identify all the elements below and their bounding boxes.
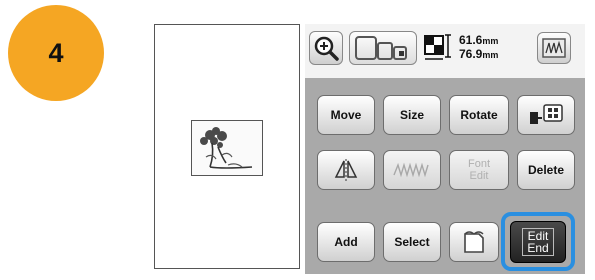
size-button[interactable]: Size	[383, 95, 441, 135]
design-preview-area	[154, 24, 300, 269]
pattern-size-icon	[423, 32, 453, 62]
size-label: Size	[399, 108, 424, 122]
thread-color-button[interactable]	[517, 95, 575, 135]
stitch-density-button[interactable]	[537, 32, 571, 64]
pattern-dimensions: 61.6mm 76.9mm	[459, 34, 498, 62]
edit-end-button[interactable]: Edit End	[510, 221, 566, 263]
rotate-button[interactable]: Rotate	[449, 95, 509, 135]
delete-button[interactable]: Delete	[517, 150, 575, 190]
mirror-flip-icon	[334, 159, 358, 181]
select-button[interactable]: Select	[383, 222, 441, 262]
zoom-button[interactable]	[309, 31, 343, 65]
font-edit-label: Font Edit	[467, 158, 490, 182]
magnifier-icon	[314, 36, 339, 61]
add-label: Add	[334, 235, 358, 249]
height-value: 76.9	[459, 47, 483, 61]
stitch-pattern-icon	[542, 38, 566, 58]
memory-button[interactable]	[449, 222, 499, 262]
select-label: Select	[394, 235, 430, 249]
frame-select-button[interactable]	[349, 31, 417, 65]
delete-label: Delete	[527, 163, 565, 177]
control-panel: 61.6mm 76.9mm Move Size Rotate Font Edit…	[305, 24, 585, 274]
move-button[interactable]: Move	[317, 95, 375, 135]
add-button[interactable]: Add	[317, 222, 375, 262]
memory-pocket-icon	[464, 231, 484, 253]
move-label: Move	[330, 108, 362, 122]
edit-end-label-box: Edit End	[522, 228, 554, 256]
embroidery-design-thumbnail	[191, 120, 263, 176]
embroidery-edit-screen: 61.6mm 76.9mm Move Size Rotate Font Edit…	[154, 24, 585, 274]
thread-color-icon	[530, 104, 563, 124]
step-number-badge: 4	[8, 5, 104, 101]
flower-design-icon	[200, 127, 253, 169]
height-unit: mm	[482, 50, 499, 60]
font-edit-button[interactable]: Font Edit	[449, 150, 509, 190]
top-toolbar: 61.6mm 76.9mm	[305, 24, 585, 74]
density-zigzag-icon	[393, 162, 429, 178]
edit-end-line2: End	[527, 241, 549, 255]
width-unit: mm	[482, 36, 499, 46]
step-number: 4	[48, 37, 64, 68]
density-button[interactable]	[383, 150, 441, 190]
rotate-label: Rotate	[460, 108, 498, 122]
mirror-button[interactable]	[317, 150, 375, 190]
width-value: 61.6	[459, 33, 483, 47]
embroidery-frame-icon	[355, 36, 407, 60]
